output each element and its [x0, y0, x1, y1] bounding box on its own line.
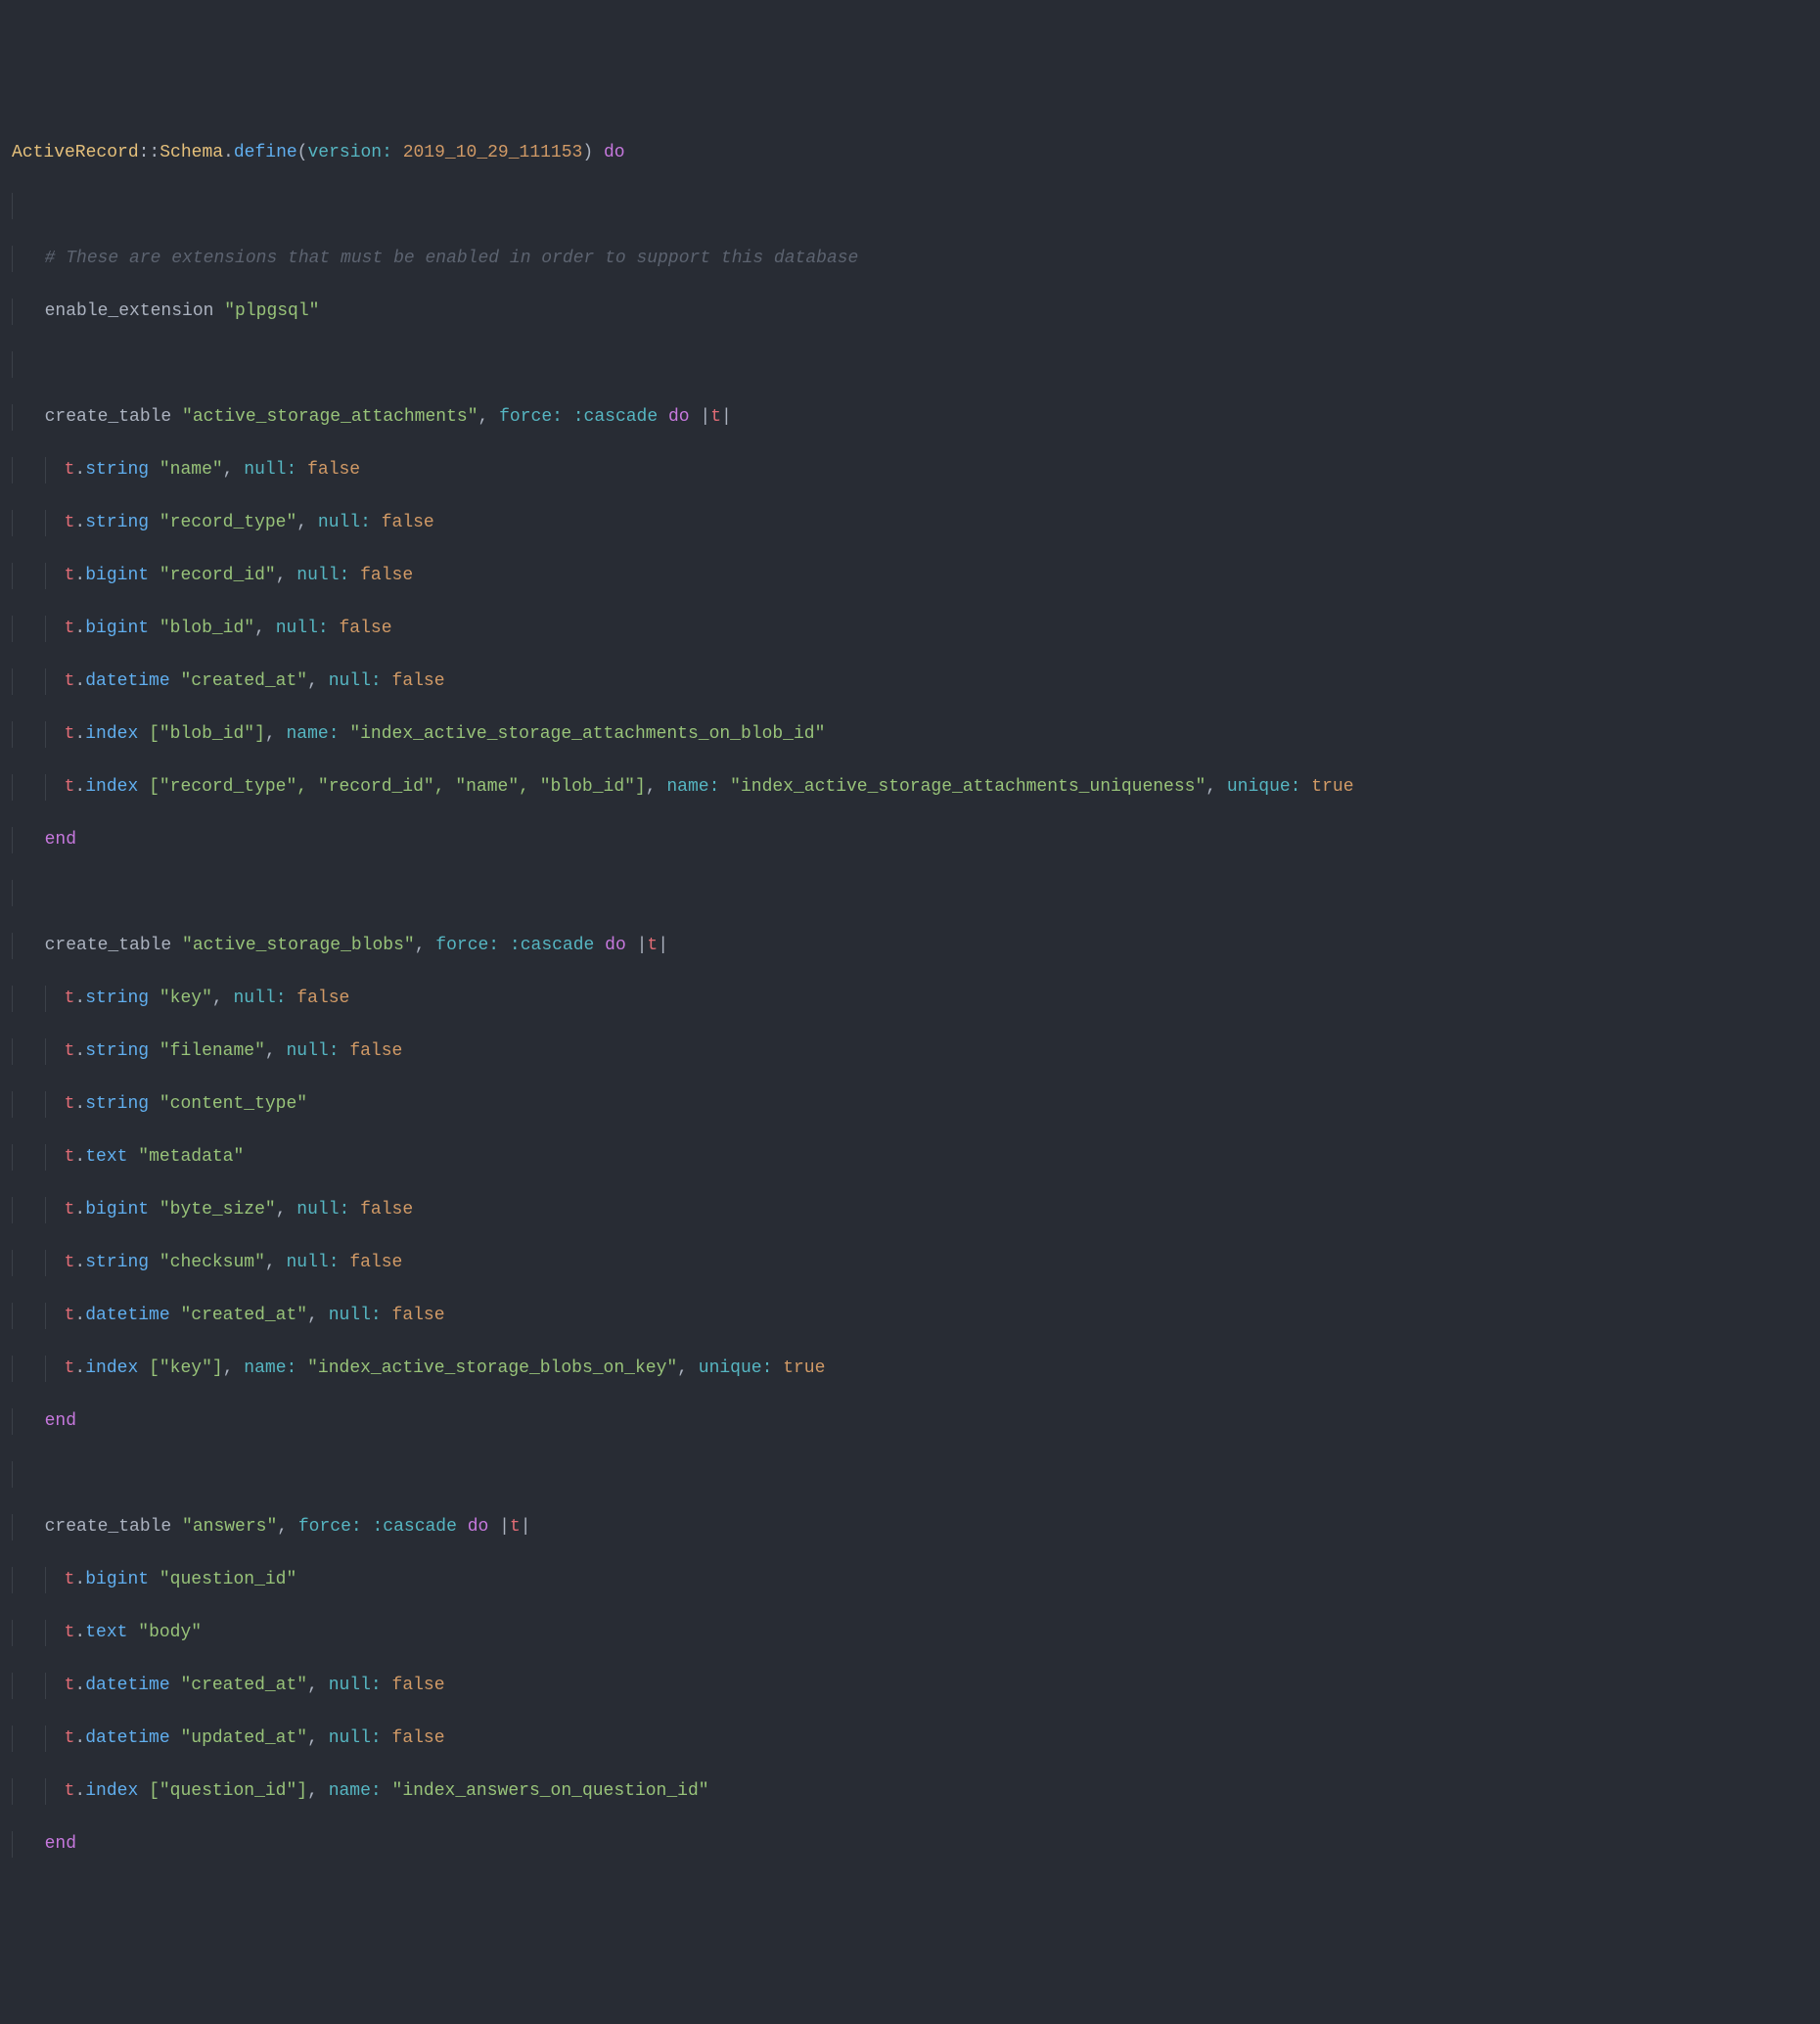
token-keyword: do: [604, 143, 625, 162]
token-class: Schema: [159, 143, 223, 162]
code-line: end: [0, 827, 1820, 853]
code-line: t.string "content_type": [0, 1091, 1820, 1118]
code-line: [0, 1461, 1820, 1488]
token-bool: false: [307, 460, 360, 480]
token-symbol: version:: [307, 143, 402, 162]
code-line: enable_extension "plpgsql": [0, 299, 1820, 325]
code-line: t.string "key", null: false: [0, 986, 1820, 1012]
token-comment: # These are extensions that must be enab…: [45, 249, 859, 268]
code-line: t.bigint "question_id": [0, 1567, 1820, 1593]
token-param: t: [65, 460, 75, 480]
token-method: string: [85, 460, 149, 480]
token-symbol: :cascade: [573, 407, 658, 427]
token-method: define: [234, 143, 297, 162]
code-line: t.datetime "created_at", null: false: [0, 1673, 1820, 1699]
code-line: t.text "metadata": [0, 1144, 1820, 1171]
code-line: # These are extensions that must be enab…: [0, 246, 1820, 272]
code-line: [0, 193, 1820, 219]
token-param: t: [710, 407, 721, 427]
token-text: enable_extension: [45, 301, 225, 321]
code-editor[interactable]: ActiveRecord::Schema.define(version: 201…: [0, 114, 1820, 1884]
token-string: "plpgsql": [224, 301, 319, 321]
code-line: t.index ["record_type", "record_id", "na…: [0, 774, 1820, 801]
token-keyword: do: [668, 407, 690, 427]
code-line: t.string "name", null: false: [0, 457, 1820, 483]
code-line: t.index ["key"], name: "index_active_sto…: [0, 1356, 1820, 1382]
code-line: ActiveRecord::Schema.define(version: 201…: [0, 140, 1820, 166]
code-line: t.datetime "updated_at", null: false: [0, 1725, 1820, 1752]
code-line: t.text "body": [0, 1620, 1820, 1646]
token-string: "name": [159, 460, 223, 480]
token-class: ActiveRecord: [12, 143, 139, 162]
code-line: t.bigint "record_id", null: false: [0, 563, 1820, 589]
code-line: [0, 880, 1820, 906]
code-line: t.string "checksum", null: false: [0, 1250, 1820, 1276]
code-line: t.index ["blob_id"], name: "index_active…: [0, 721, 1820, 748]
token-symbol: null:: [244, 460, 307, 480]
token-string: "active_storage_attachments": [182, 407, 478, 427]
code-line: t.datetime "created_at", null: false: [0, 1303, 1820, 1329]
code-line: t.string "filename", null: false: [0, 1038, 1820, 1065]
token-text: create_table: [45, 407, 182, 427]
code-line: [0, 351, 1820, 378]
token-symbol: force:: [499, 407, 573, 427]
code-line: t.index ["question_id"], name: "index_an…: [0, 1778, 1820, 1805]
code-line: t.datetime "created_at", null: false: [0, 668, 1820, 695]
code-line: end: [0, 1408, 1820, 1435]
code-line: t.bigint "byte_size", null: false: [0, 1197, 1820, 1223]
code-line: create_table "active_storage_attachments…: [0, 404, 1820, 431]
code-line: t.string "record_type", null: false: [0, 510, 1820, 536]
token-number: 2019_10_29_111153: [403, 143, 583, 162]
code-line: create_table "active_storage_blobs", for…: [0, 933, 1820, 959]
code-line: end: [0, 1831, 1820, 1858]
code-line: t.bigint "blob_id", null: false: [0, 616, 1820, 642]
token-keyword: end: [45, 830, 76, 850]
code-line: create_table "answers", force: :cascade …: [0, 1514, 1820, 1541]
